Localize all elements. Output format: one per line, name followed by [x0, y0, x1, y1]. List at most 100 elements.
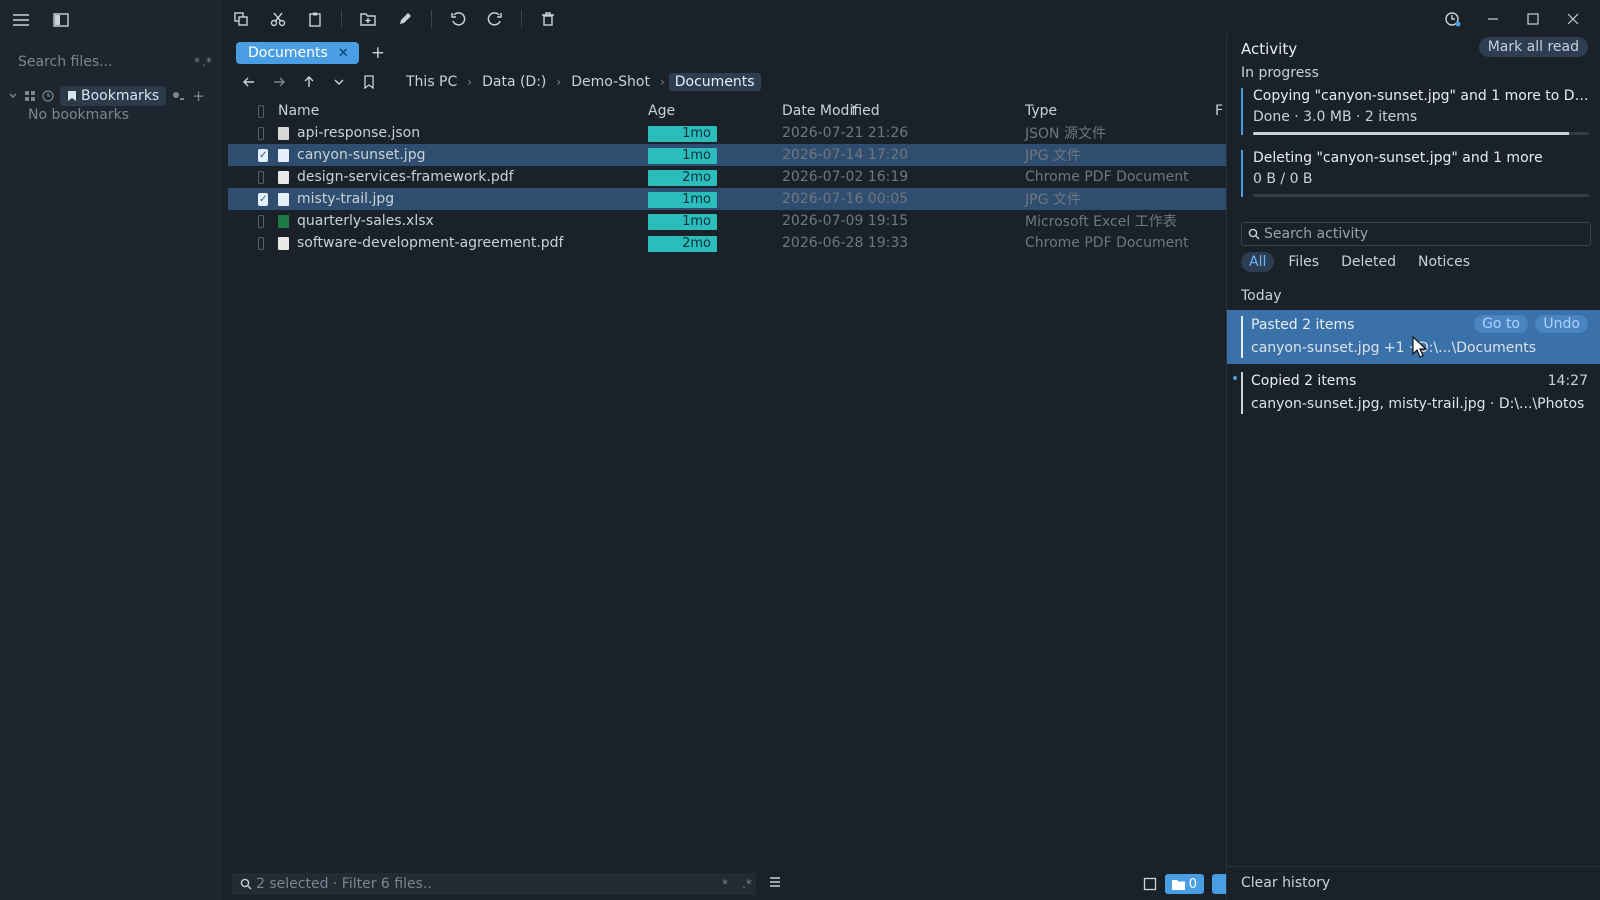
chevron-down-icon[interactable] [8, 91, 18, 101]
hamburger-menu-icon[interactable] [8, 7, 34, 33]
close-window-icon[interactable] [1560, 6, 1586, 32]
activity-footer: Clear history [1227, 866, 1600, 900]
regex-toggle[interactable]: .* [202, 55, 212, 69]
back-arrow-icon[interactable] [236, 69, 262, 95]
filter-wildcard-toggle[interactable]: * [716, 877, 734, 891]
minimize-icon[interactable] [1480, 6, 1506, 32]
filter-regex-toggle[interactable]: .* [738, 877, 756, 891]
bookmarks-row: Bookmarks + [8, 86, 205, 106]
sidebar-top-icons [8, 7, 74, 33]
paste-icon[interactable] [302, 6, 328, 32]
new-tab-button[interactable]: + [371, 43, 385, 63]
file-list: Name ↑ Age Date Modified Type F api-resp… [228, 100, 1226, 254]
age-badge: 2mo [648, 235, 717, 252]
toolbar [228, 6, 561, 32]
column-header-name[interactable]: Name [264, 103, 648, 119]
chevron-right-icon: › [659, 75, 665, 89]
file-date: 2026-07-14 17:20 [782, 147, 909, 163]
today-label: Today [1241, 288, 1282, 304]
filter-box: * .* [232, 873, 756, 895]
cut-icon[interactable] [265, 6, 291, 32]
forward-arrow-icon[interactable] [266, 69, 292, 95]
activity-history-icon[interactable] [1440, 6, 1466, 32]
json-file-icon [278, 126, 289, 140]
recent-clock-icon[interactable] [42, 90, 54, 102]
file-row[interactable]: ✓ misty-trail.jpg 1mo 2026-07-16 00:05 JPG 文… [228, 188, 1226, 210]
file-name: canyon-sunset.jpg [297, 147, 426, 163]
folder-count: 0 [1188, 876, 1197, 892]
bookmarks-tab[interactable]: Bookmarks [60, 86, 167, 106]
grid-view-icon[interactable] [24, 90, 36, 102]
undo-icon[interactable] [445, 6, 471, 32]
add-tag-icon[interactable] [172, 90, 186, 102]
undo-button[interactable]: Undo [1535, 315, 1588, 333]
filter-chip-notices[interactable]: Notices [1410, 252, 1478, 272]
redo-icon[interactable] [482, 6, 508, 32]
filter-chip-files[interactable]: Files [1280, 252, 1327, 272]
sidebar: * .* Bookmarks + No bookmarks [0, 0, 222, 900]
add-bookmark-icon[interactable]: + [192, 87, 205, 105]
file-type: JPG 文件 [1025, 148, 1081, 164]
toolbar-separator [341, 10, 342, 28]
toggle-sidebar-icon[interactable] [48, 7, 74, 33]
file-row[interactable]: api-response.json 1mo 2026-07-21 21:26 JSON… [228, 122, 1226, 144]
progress-title: Deleting "canyon-sunset.jpg" and 1 more [1253, 150, 1543, 166]
filter-chip-all[interactable]: All [1241, 252, 1275, 272]
progress-item-delete[interactable]: Deleting "canyon-sunset.jpg" and 1 more … [1241, 150, 1591, 197]
progress-fill [1253, 132, 1569, 135]
activity-search-input[interactable] [1264, 226, 1590, 242]
close-tab-icon[interactable]: ✕ [338, 46, 349, 61]
up-arrow-icon[interactable] [296, 69, 322, 95]
progress-item-copy[interactable]: Copying "canyon-sunset.jpg" and 1 more t… [1241, 88, 1591, 135]
activity-search [1241, 222, 1591, 246]
select-toggle-icon[interactable] [1143, 877, 1157, 891]
activity-panel: Activity Mark all read In progress Copyi… [1226, 34, 1600, 900]
file-row[interactable]: ✓ canyon-sunset.jpg 1mo 2026-07-14 17:20 JPG… [228, 144, 1226, 166]
column-header-extra[interactable]: F [1215, 103, 1223, 119]
go-to-button[interactable]: Go to [1474, 315, 1528, 333]
wildcard-toggle[interactable]: * [192, 55, 202, 69]
view-mode-badge[interactable] [1212, 874, 1226, 894]
in-progress-label: In progress [1241, 65, 1319, 81]
entry-bar [1241, 316, 1243, 358]
entry-title: Pasted 2 items [1251, 317, 1355, 333]
age-badge: 1mo [648, 213, 717, 230]
breadcrumb-this-pc[interactable]: This PC [400, 73, 463, 91]
rename-pencil-icon[interactable] [392, 6, 418, 32]
clear-history-button[interactable]: Clear history [1241, 875, 1330, 891]
no-bookmarks-text: No bookmarks [28, 107, 129, 123]
sort-ascending-icon: ↑ [848, 103, 859, 119]
activity-entry-copied[interactable]: Copied 2 items 14:27 canyon-sunset.jpg, … [1227, 366, 1600, 420]
maximize-icon[interactable] [1520, 6, 1546, 32]
folder-count-badge[interactable]: 0 [1164, 874, 1204, 894]
filter-options-icon[interactable] [768, 875, 782, 889]
bookmark-path-icon[interactable] [356, 69, 382, 95]
sidebar-search-input[interactable] [8, 54, 192, 70]
filter-chip-deleted[interactable]: Deleted [1333, 252, 1404, 272]
breadcrumb-documents[interactable]: Documents [668, 73, 761, 91]
progress-subtitle: Done · 3.0 MB · 2 items [1253, 109, 1418, 125]
mark-all-read-button[interactable]: Mark all read [1478, 37, 1588, 57]
chevron-right-icon: › [556, 75, 562, 89]
copy-icon[interactable] [228, 6, 254, 32]
delete-trash-icon[interactable] [535, 6, 561, 32]
tab-documents[interactable]: Documents ✕ [236, 42, 359, 64]
breadcrumb-demo-shot[interactable]: Demo-Shot [565, 73, 656, 91]
folder-icon [1171, 879, 1185, 890]
history-dropdown-icon[interactable] [326, 69, 352, 95]
new-folder-icon[interactable] [355, 6, 381, 32]
breadcrumb-data-drive[interactable]: Data (D:) [476, 73, 552, 91]
column-header-type[interactable]: Type [1025, 103, 1215, 119]
file-row[interactable]: design-services-framework.pdf 2mo 2026-07-… [228, 166, 1226, 188]
activity-filters: All Files Deleted Notices [1241, 252, 1478, 272]
column-header-age[interactable]: Age [648, 103, 782, 119]
age-badge: 2mo [648, 169, 717, 186]
file-row[interactable]: software-development-agreement.pdf 2mo 202… [228, 232, 1226, 254]
filter-input[interactable] [256, 876, 712, 892]
activity-title: Activity [1241, 40, 1298, 58]
file-row[interactable]: quarterly-sales.xlsx 1mo 2026-07-09 19:15 M… [228, 210, 1226, 232]
entry-title: Copied 2 items [1251, 373, 1357, 389]
file-date: 2026-06-28 19:33 [782, 235, 909, 251]
column-header-date[interactable]: Date Modified [782, 103, 1025, 119]
mouse-cursor-icon [1412, 336, 1428, 358]
